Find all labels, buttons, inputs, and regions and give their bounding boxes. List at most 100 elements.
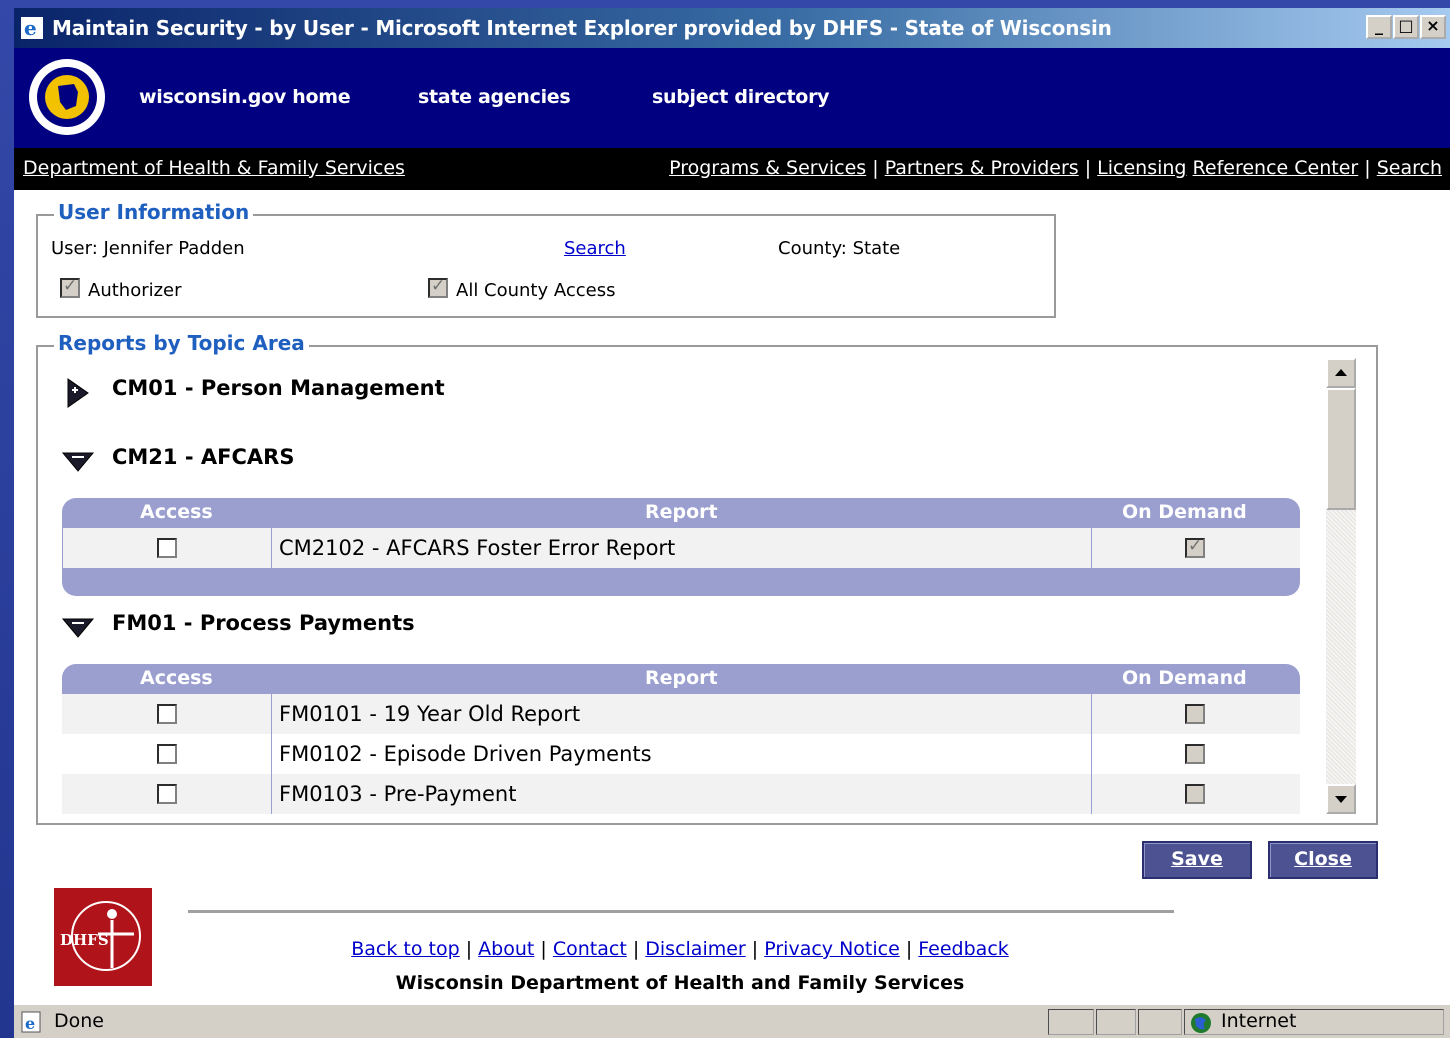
footer-separator: |: [465, 938, 473, 960]
wisconsin-seal-icon[interactable]: [28, 58, 106, 136]
disclaimer-link[interactable]: Disclaimer: [645, 938, 745, 960]
topic-name: Person Management: [200, 376, 445, 400]
grid-header: Access Report On Demand: [62, 664, 1300, 694]
report-name: FM0101 - 19 Year Old Report: [279, 702, 581, 726]
table-row: FM0101 - 19 Year Old Report: [62, 694, 1300, 734]
minimize-button[interactable]: _: [1366, 15, 1392, 39]
ie-page-icon: e: [21, 1011, 41, 1033]
banner-link-wisconsin-home[interactable]: wisconsin.gov home: [139, 86, 351, 108]
on-demand-column-header: On Demand: [1122, 667, 1247, 689]
banner-link-subject-directory[interactable]: subject directory: [652, 86, 830, 108]
status-cell: [1096, 1009, 1136, 1035]
scroll-thumb[interactable]: [1326, 388, 1356, 510]
scroll-down-button[interactable]: [1326, 784, 1356, 814]
report-name: FM0103 - Pre-Payment: [279, 782, 517, 806]
footer-separator: |: [632, 938, 640, 960]
banner-link-state-agencies[interactable]: state agencies: [418, 86, 571, 108]
ie-icon: e: [21, 16, 43, 40]
wisconsin-banner: wisconsin.gov home state agencies subjec…: [14, 48, 1450, 148]
status-text: Done: [54, 1010, 104, 1032]
on-demand-checkbox[interactable]: [1185, 744, 1205, 764]
feedback-link[interactable]: Feedback: [918, 938, 1008, 960]
user-information-legend: User Information: [54, 200, 254, 224]
access-checkbox[interactable]: [157, 704, 177, 724]
access-checkbox[interactable]: [157, 538, 177, 558]
status-bar: e Done Internet: [14, 1004, 1450, 1038]
topic-cm21[interactable]: CM21 - AFCARS: [62, 445, 662, 479]
reports-list[interactable]: CM01 - Person Management CM21 - AFCARS A…: [62, 368, 1312, 823]
expanded-arrow-icon[interactable]: [62, 447, 96, 477]
on-demand-column-header: On Demand: [1122, 501, 1247, 523]
svg-text:e: e: [25, 1014, 35, 1033]
check-mark-icon: ✓: [1188, 536, 1203, 556]
grid-header: Access Report On Demand: [62, 498, 1300, 528]
report-grid-fm01: Access Report On Demand FM0101 - 19 Year…: [62, 664, 1300, 823]
footer-divider: [188, 910, 1174, 913]
on-demand-checkbox[interactable]: [1185, 704, 1205, 724]
about-link[interactable]: About: [478, 938, 534, 960]
licensing-link[interactable]: Licensing: [1097, 157, 1186, 179]
access-checkbox[interactable]: [157, 744, 177, 764]
link-separator: |: [1364, 157, 1377, 179]
footer-separator: |: [751, 938, 759, 960]
access-checkbox[interactable]: [157, 784, 177, 804]
expanded-arrow-icon[interactable]: [62, 613, 96, 643]
arrow-down-icon: [1335, 796, 1347, 803]
save-button[interactable]: Save: [1142, 841, 1252, 879]
topic-name: AFCARS: [200, 445, 295, 469]
zone-text: Internet: [1221, 1010, 1297, 1032]
arrow-up-icon: [1335, 369, 1347, 376]
link-separator: |: [1084, 157, 1098, 179]
footer-organization: Wisconsin Department of Health and Famil…: [395, 972, 965, 994]
programs-services-link[interactable]: Programs & Services: [669, 157, 866, 179]
topic-cm01[interactable]: CM01 - Person Management: [62, 376, 662, 410]
close-window-button[interactable]: ×: [1420, 15, 1446, 39]
footer-separator: |: [540, 938, 547, 960]
footer-links: Back to top | About | Contact | Disclaim…: [14, 938, 1346, 960]
contact-link[interactable]: Contact: [553, 938, 627, 960]
partners-providers-link[interactable]: Partners & Providers: [885, 157, 1079, 179]
status-cell: [1048, 1009, 1094, 1035]
grid-footer: [62, 568, 1300, 596]
topic-code: FM01: [112, 611, 177, 635]
county-value: County: State: [778, 238, 901, 259]
reference-center-link[interactable]: Reference Center: [1193, 157, 1359, 179]
department-link[interactable]: Department of Health & Family Services: [23, 157, 405, 179]
window-title: Maintain Security - by User - Microsoft …: [52, 16, 1112, 40]
report-name: CM2102 - AFCARS Foster Error Report: [279, 536, 676, 560]
browser-window: e Maintain Security - by User - Microsof…: [14, 8, 1450, 1038]
back-to-top-link[interactable]: Back to top: [351, 938, 459, 960]
on-demand-checkbox[interactable]: [1185, 784, 1205, 804]
all-county-access-checkbox[interactable]: ✓: [428, 276, 448, 298]
top-links: Programs & Services | Partners & Provide…: [669, 157, 1442, 179]
title-bar[interactable]: e Maintain Security - by User - Microsof…: [14, 8, 1450, 48]
top-search-link[interactable]: Search: [1377, 157, 1442, 179]
department-bar: Department of Health & Family Services P…: [14, 148, 1450, 190]
svg-text:e: e: [24, 16, 37, 40]
page-content: wisconsin.gov home state agencies subjec…: [14, 48, 1450, 1004]
check-mark-icon: ✓: [431, 276, 446, 296]
topic-code: CM01: [112, 376, 178, 400]
table-row: CM2102 - AFCARS Foster Error Report ✓: [62, 528, 1300, 568]
authorizer-checkbox[interactable]: ✓: [60, 276, 80, 298]
reports-scrollbar[interactable]: [1326, 358, 1356, 814]
collapsed-arrow-icon[interactable]: [62, 378, 96, 408]
on-demand-checkbox[interactable]: ✓: [1185, 536, 1205, 558]
privacy-notice-link[interactable]: Privacy Notice: [764, 938, 900, 960]
user-name: User: Jennifer Padden: [51, 238, 245, 259]
report-name: FM0102 - Episode Driven Payments: [279, 742, 652, 766]
topic-fm01[interactable]: FM01 - Process Payments: [62, 611, 662, 645]
close-button[interactable]: Close: [1268, 841, 1378, 879]
maximize-button[interactable]: □: [1393, 15, 1419, 39]
report-column-header: Report: [645, 501, 718, 523]
scroll-up-button[interactable]: [1326, 358, 1356, 388]
footer-separator: |: [905, 938, 913, 960]
topic-name: Process Payments: [199, 611, 415, 635]
user-information-panel: User Information User: Jennifer Padden S…: [36, 200, 1056, 318]
report-grid-cm21: Access Report On Demand CM2102 - AFCARS …: [62, 498, 1300, 596]
authorizer-label: Authorizer: [88, 280, 182, 301]
status-cell: [1138, 1009, 1182, 1035]
user-search-link[interactable]: Search: [564, 238, 626, 259]
reports-legend: Reports by Topic Area: [54, 331, 309, 355]
all-county-access-label: All County Access: [456, 280, 616, 301]
